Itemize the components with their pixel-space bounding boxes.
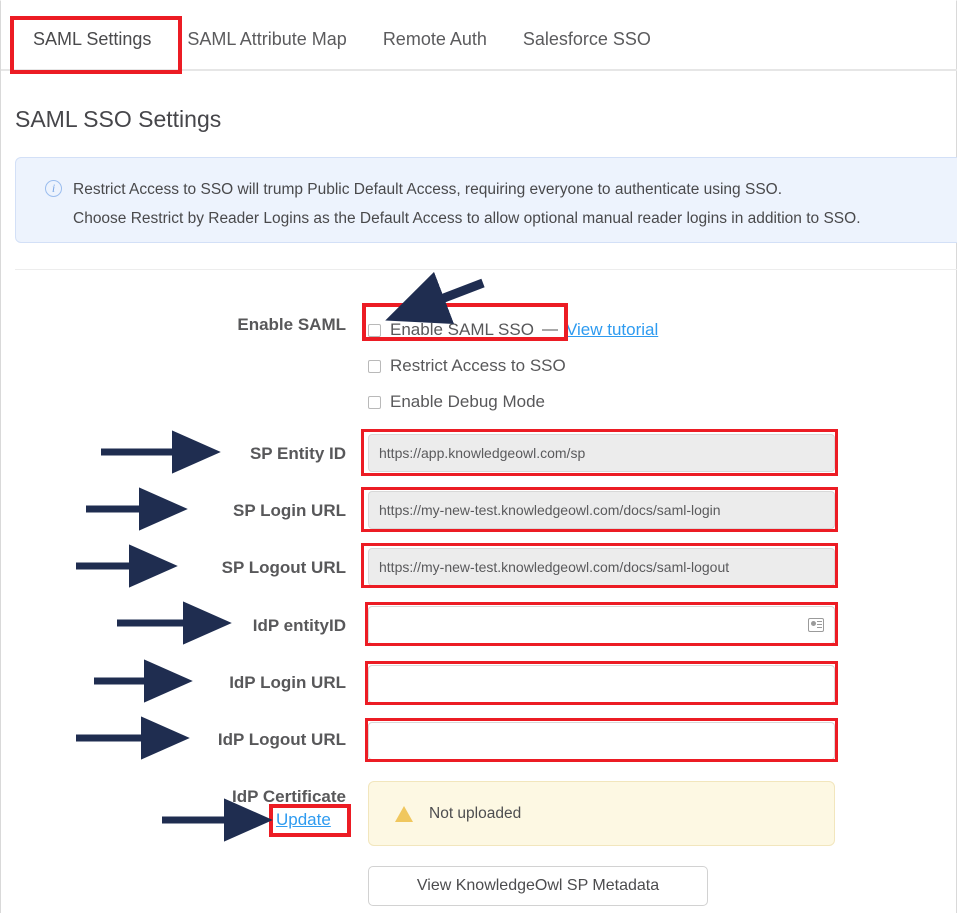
input-sp-logout-url[interactable]: https://my-new-test.knowledgeowl.com/doc… bbox=[368, 548, 835, 586]
checkbox-row-enable-debug-mode[interactable]: Enable Debug Mode bbox=[368, 391, 545, 413]
warning-triangle-icon bbox=[395, 806, 413, 822]
section-divider bbox=[15, 269, 957, 270]
input-sp-login-url[interactable]: https://my-new-test.knowledgeowl.com/doc… bbox=[368, 491, 835, 529]
tab-saml-settings[interactable]: SAML Settings bbox=[15, 25, 169, 53]
label-idp-certificate: IdP Certificate bbox=[26, 785, 346, 809]
info-circle-icon: i bbox=[45, 180, 62, 197]
tab-salesforce-sso[interactable]: Salesforce SSO bbox=[505, 25, 669, 53]
label-sp-login-url: SP Login URL bbox=[26, 499, 346, 523]
page-title: SAML SSO Settings bbox=[15, 104, 221, 134]
checkbox-label-restrict-access-to-sso: Restrict Access to SSO bbox=[390, 356, 566, 376]
checkbox-enable-saml-sso[interactable] bbox=[368, 324, 381, 337]
label-sp-logout-url: SP Logout URL bbox=[26, 556, 346, 580]
label-idp-logout-url: IdP Logout URL bbox=[26, 728, 346, 752]
label-enable-saml: Enable SAML bbox=[26, 313, 346, 337]
checkbox-restrict-access-to-sso[interactable] bbox=[368, 360, 381, 373]
certificate-status-text: Not uploaded bbox=[429, 805, 521, 823]
checkbox-row-restrict-access-to-sso[interactable]: Restrict Access to SSO bbox=[368, 355, 566, 377]
label-sp-entity-id: SP Entity ID bbox=[26, 442, 346, 466]
tab-remote-auth[interactable]: Remote Auth bbox=[365, 25, 505, 53]
update-certificate-link[interactable]: Update bbox=[276, 810, 331, 829]
view-sp-metadata-button[interactable]: View KnowledgeOwl SP Metadata bbox=[368, 866, 708, 906]
label-idp-entityid: IdP entityID bbox=[26, 614, 346, 638]
settings-page-frame: SAML Settings SAML Attribute Map Remote … bbox=[0, 0, 957, 913]
input-sp-entity-id[interactable]: https://app.knowledgeowl.com/sp bbox=[368, 434, 835, 472]
info-banner-line-1: Restrict Access to SSO will trump Public… bbox=[73, 175, 957, 204]
tab-bar: SAML Settings SAML Attribute Map Remote … bbox=[1, 1, 957, 71]
checkbox-label-enable-saml-sso: Enable SAML SSO bbox=[390, 320, 534, 340]
checkbox-label-enable-debug-mode: Enable Debug Mode bbox=[390, 392, 545, 412]
info-banner-line-2: Choose Restrict by Reader Logins as the … bbox=[73, 204, 957, 233]
contact-card-icon[interactable] bbox=[808, 618, 824, 632]
checkbox-row-enable-saml-sso[interactable]: Enable SAML SSO View tutorial bbox=[368, 319, 658, 341]
certificate-status-box: Not uploaded bbox=[368, 781, 835, 846]
checkbox-enable-debug-mode[interactable] bbox=[368, 396, 381, 409]
info-banner: i Restrict Access to SSO will trump Publ… bbox=[15, 157, 957, 243]
view-tutorial-link[interactable]: View tutorial bbox=[566, 320, 658, 340]
separator-dash bbox=[542, 329, 558, 331]
tab-saml-attribute-map[interactable]: SAML Attribute Map bbox=[169, 25, 364, 53]
input-idp-login-url[interactable] bbox=[368, 665, 835, 703]
input-idp-entityid[interactable] bbox=[368, 606, 835, 644]
input-idp-logout-url[interactable] bbox=[368, 722, 835, 760]
label-idp-login-url: IdP Login URL bbox=[26, 671, 346, 695]
